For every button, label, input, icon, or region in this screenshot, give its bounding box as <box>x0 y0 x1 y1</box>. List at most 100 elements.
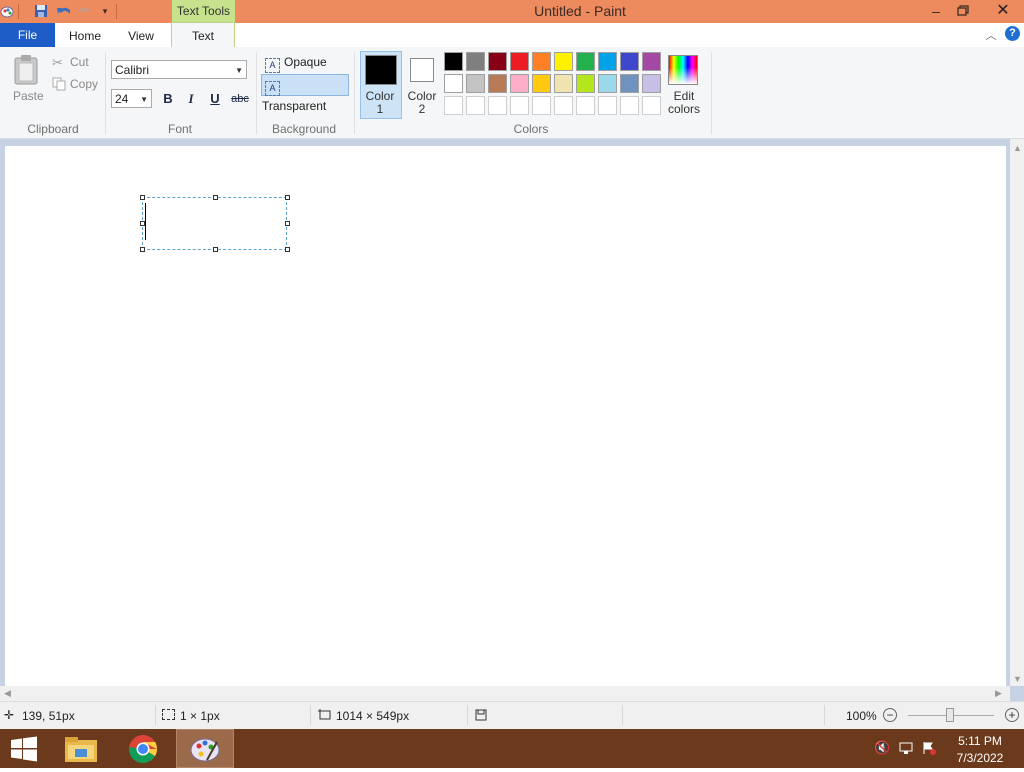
color1-label: Color 1 <box>365 89 395 116</box>
scroll-right-icon[interactable]: ▶ <box>995 688 1002 699</box>
paint-icon <box>190 738 220 762</box>
background-group-label: Background <box>271 122 337 136</box>
palette-swatch[interactable] <box>620 74 639 93</box>
underline-button[interactable]: U <box>206 90 224 108</box>
palette-swatch[interactable] <box>554 52 573 71</box>
palette-swatch[interactable] <box>598 74 617 93</box>
cut-button[interactable]: Cut <box>70 55 89 69</box>
cursor-position-icon: ✛ <box>4 708 15 722</box>
palette-swatch[interactable] <box>620 96 639 115</box>
palette-swatch[interactable] <box>444 96 463 115</box>
palette-swatch[interactable] <box>554 74 573 93</box>
palette-swatch[interactable] <box>642 96 661 115</box>
tab-file[interactable]: File <box>0 23 55 47</box>
paint-taskbar-button[interactable] <box>176 729 234 768</box>
help-icon[interactable]: ? <box>1005 26 1020 41</box>
palette-swatch[interactable] <box>532 96 551 115</box>
scroll-left-icon[interactable]: ◀ <box>4 688 11 699</box>
palette-swatch[interactable] <box>466 96 485 115</box>
palette-swatch[interactable] <box>532 74 551 93</box>
close-icon[interactable]: ✕ <box>982 0 1024 22</box>
palette-swatch[interactable] <box>642 52 661 71</box>
tab-text[interactable]: Text <box>171 22 235 47</box>
palette-swatch[interactable] <box>466 74 485 93</box>
palette-swatch[interactable] <box>510 96 529 115</box>
opaque-label: Opaque <box>284 55 327 69</box>
edit-colors-button[interactable]: Edit colors <box>662 90 706 116</box>
tab-home[interactable]: Home <box>62 23 108 47</box>
redo-icon[interactable] <box>77 4 93 19</box>
resize-handle[interactable] <box>213 247 218 252</box>
font-size-select[interactable]: 24 ▼ <box>111 89 152 108</box>
paste-button[interactable]: Paste <box>13 89 44 103</box>
palette-swatch[interactable] <box>466 52 485 71</box>
customize-quick-access-icon[interactable]: ▾ <box>97 4 113 19</box>
edit-colors-icon[interactable] <box>668 55 698 85</box>
vertical-scrollbar[interactable]: ▲ ▼ <box>1010 139 1024 686</box>
action-center-icon[interactable] <box>921 740 937 756</box>
palette-swatch[interactable] <box>598 52 617 71</box>
file-explorer-icon[interactable] <box>64 735 98 763</box>
chrome-icon[interactable] <box>128 734 158 764</box>
copy-button[interactable]: Copy <box>70 77 98 91</box>
palette-swatch[interactable] <box>532 52 551 71</box>
scroll-down-icon[interactable]: ▼ <box>1013 674 1022 684</box>
resize-handle[interactable] <box>213 195 218 200</box>
resize-handle[interactable] <box>140 247 145 252</box>
cut-icon: ✂ <box>52 55 63 70</box>
scroll-up-icon[interactable]: ▲ <box>1013 143 1022 153</box>
color1-swatch <box>365 55 397 85</box>
zoom-slider-thumb[interactable] <box>946 708 954 722</box>
file-size-icon <box>475 709 487 721</box>
font-family-value: Calibri <box>115 63 150 77</box>
font-family-select[interactable]: Calibri ▼ <box>111 60 247 79</box>
palette-swatch[interactable] <box>642 74 661 93</box>
paste-icon[interactable] <box>12 54 42 86</box>
palette-swatch[interactable] <box>554 96 573 115</box>
strikethrough-button[interactable]: abc <box>229 90 251 108</box>
palette-swatch[interactable] <box>598 96 617 115</box>
palette-swatch[interactable] <box>576 74 595 93</box>
palette-swatch[interactable] <box>488 74 507 93</box>
palette-swatch[interactable] <box>620 52 639 71</box>
restore-icon[interactable] <box>947 1 977 21</box>
windows-start-icon[interactable] <box>10 736 38 762</box>
collapse-ribbon-icon[interactable]: ︿ <box>984 27 998 42</box>
palette-swatch[interactable] <box>488 96 507 115</box>
chevron-down-icon: ▼ <box>140 95 148 104</box>
palette-swatch[interactable] <box>576 96 595 115</box>
selection-size-icon <box>162 709 175 720</box>
color2-swatch[interactable] <box>410 58 434 82</box>
resize-handle[interactable] <box>285 247 290 252</box>
horizontal-scrollbar[interactable]: ◀ ▶ <box>0 686 1010 701</box>
resize-handle[interactable] <box>285 195 290 200</box>
palette-swatch[interactable] <box>444 52 463 71</box>
transparent-button[interactable]: A Transparent <box>261 74 349 113</box>
resize-handle[interactable] <box>285 221 290 226</box>
tab-view[interactable]: View <box>118 23 164 47</box>
taskbar-clock[interactable]: 5:11 PM 7/3/2022 <box>940 733 1020 767</box>
image-size-icon <box>318 709 331 720</box>
palette-swatch[interactable] <box>488 52 507 71</box>
paint-app-icon[interactable] <box>0 4 14 19</box>
opaque-button[interactable]: A Opaque <box>262 53 348 73</box>
palette-swatch[interactable] <box>576 52 595 71</box>
zoom-out-icon[interactable]: − <box>883 708 897 722</box>
color-palette <box>444 52 666 118</box>
palette-swatch[interactable] <box>444 74 463 93</box>
volume-muted-icon[interactable]: 🔇 <box>874 740 890 756</box>
zoom-in-icon[interactable]: + <box>1005 708 1019 722</box>
text-tools-context-label: Text Tools <box>172 0 235 23</box>
palette-swatch[interactable] <box>510 74 529 93</box>
save-icon[interactable] <box>34 4 50 19</box>
italic-button[interactable]: I <box>182 90 200 108</box>
resize-handle[interactable] <box>140 195 145 200</box>
palette-swatch[interactable] <box>510 52 529 71</box>
color2-label[interactable]: Color 2 <box>402 90 442 116</box>
undo-icon[interactable] <box>56 4 72 19</box>
text-input-box[interactable] <box>142 197 287 250</box>
bold-button[interactable]: B <box>159 90 177 108</box>
network-icon[interactable] <box>898 740 914 756</box>
zoom-level: 100% <box>846 709 877 723</box>
clock-time: 5:11 PM <box>958 734 1002 748</box>
